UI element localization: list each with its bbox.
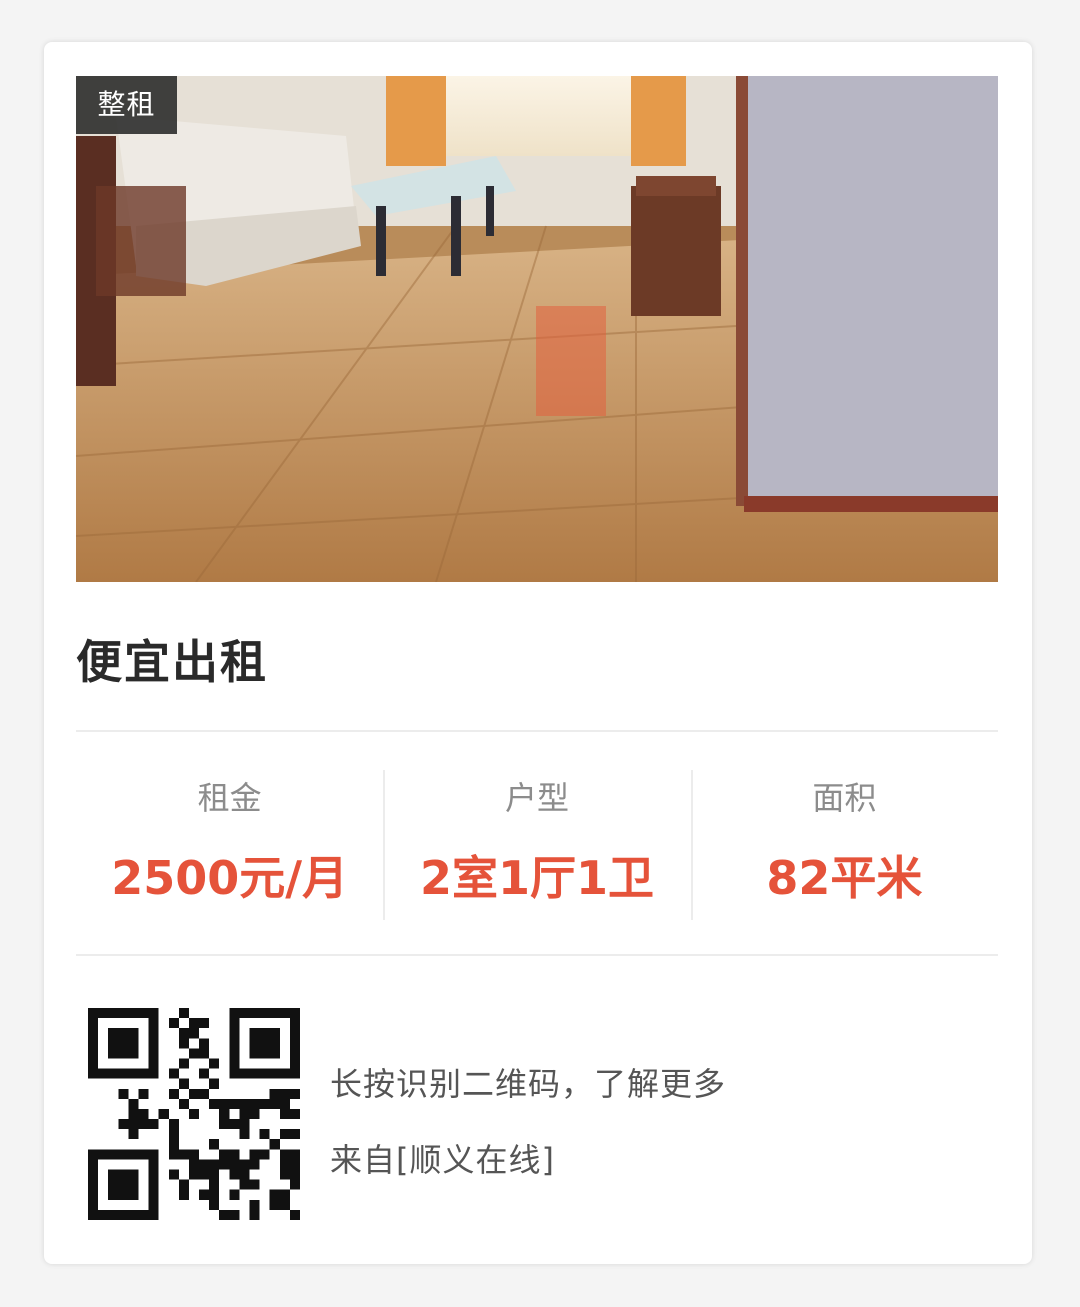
- stat-layout: 户型 2室1厅1卫: [383, 770, 690, 920]
- stat-rent-label: 租金: [197, 779, 262, 817]
- rental-type-badge: 整租: [76, 76, 177, 134]
- stat-rent: 租金 2500元/月: [76, 770, 383, 920]
- room-photo-illustration: [76, 76, 998, 582]
- qr-code-icon[interactable]: [88, 1008, 300, 1220]
- stat-layout-label: 户型: [504, 779, 569, 817]
- stat-area: 面积 82平米: [690, 770, 998, 920]
- source-text: 来自[顺义在线]: [330, 1141, 555, 1179]
- listing-card[interactable]: 整租 便宜出租 租金 2500元/月 户型 2室1厅1卫 面积 82平米 长按识…: [44, 42, 1032, 1264]
- stat-area-value: 82平米: [766, 851, 923, 905]
- qr-code-graphic: [88, 1008, 300, 1220]
- listing-title: 便宜出租: [76, 635, 268, 689]
- stat-area-label: 面积: [812, 779, 877, 817]
- listing-photo[interactable]: 整租: [76, 76, 998, 582]
- listing-stats: 租金 2500元/月 户型 2室1厅1卫 面积 82平米: [76, 770, 998, 920]
- stat-rent-value: 2500元/月: [111, 851, 349, 905]
- qr-prompt-text: 长按识别二维码，了解更多: [330, 1065, 727, 1103]
- divider-bottom: [76, 954, 998, 956]
- divider-top: [76, 730, 998, 732]
- stat-layout-value: 2室1厅1卫: [419, 851, 654, 905]
